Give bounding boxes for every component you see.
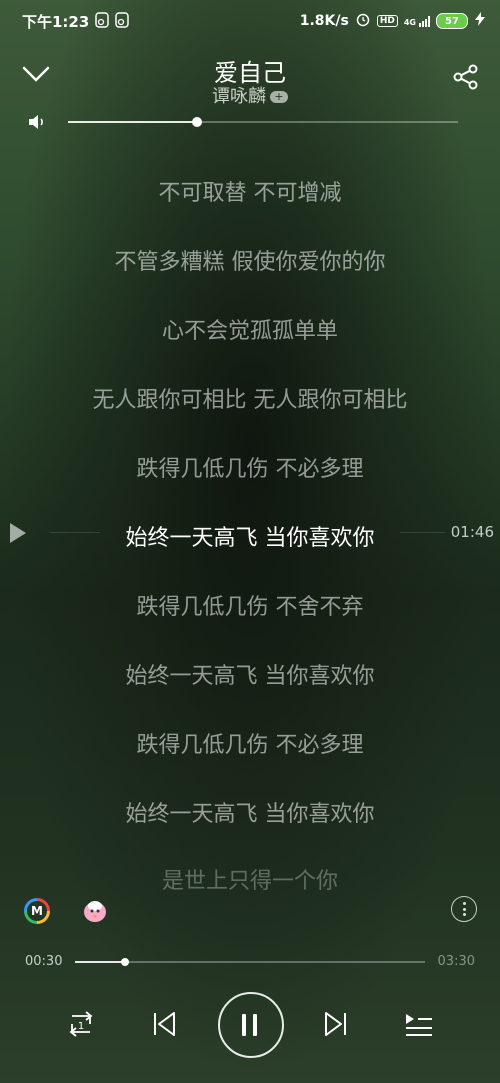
seek-guide-left — [50, 532, 100, 533]
volume-fill — [68, 121, 197, 123]
lyric-seek-indicator: 01:46 — [0, 519, 500, 547]
status-bar: 下午1:23 1.8K/s HD 4G 57 — [0, 0, 500, 40]
svg-text:1: 1 — [78, 1021, 84, 1032]
charging-icon — [474, 12, 486, 30]
repeat-one-icon[interactable]: 1 — [64, 1010, 98, 1044]
lyric-line: 始终一天高飞 当你喜欢你 — [125, 802, 375, 827]
net-speed: 1.8K/s — [299, 13, 349, 29]
lyric-line: 跌得几低几伤 不必多理 — [136, 733, 364, 758]
share-icon[interactable] — [452, 63, 480, 95]
hd-badge: HD — [376, 15, 398, 27]
progress-fill — [75, 961, 126, 963]
speaker-icon — [28, 114, 48, 134]
progress-handle[interactable] — [121, 958, 130, 966]
extras-row: M — [0, 896, 500, 928]
signal-icon: 4G — [404, 15, 430, 27]
lyric-line: 是世上只得一个你 — [161, 869, 338, 894]
notification-icon — [95, 11, 110, 32]
m-app-icon[interactable]: M — [24, 898, 50, 924]
total-time: 03:30 — [437, 954, 475, 969]
more-icon[interactable] — [451, 896, 477, 922]
lyric-line: 跌得几低几伤 不必多理 — [136, 457, 364, 482]
lyric-line: 不可取替 不可增减 — [158, 181, 342, 206]
status-time: 下午1:23 — [22, 13, 90, 31]
volume-handle[interactable] — [191, 117, 202, 127]
pause-button[interactable] — [218, 992, 284, 1058]
artist-name[interactable]: 谭咏麟 — [212, 86, 266, 107]
play-from-line-icon[interactable] — [10, 523, 26, 543]
artist-row[interactable]: 谭咏麟 + — [0, 82, 500, 108]
follow-artist-badge[interactable]: + — [270, 91, 288, 103]
lyric-line: 始终一天高飞 当你喜欢你 — [125, 664, 375, 689]
progress-slider[interactable] — [75, 958, 425, 966]
elapsed-time: 00:30 — [25, 954, 63, 969]
playback-controls: 1 — [0, 992, 500, 1062]
lyric-line: 心不会觉孤孤单单 — [161, 319, 338, 344]
lyric-seek-time: 01:46 — [450, 523, 494, 541]
volume-row — [0, 112, 500, 132]
previous-track-icon[interactable] — [152, 1010, 178, 1042]
battery-indicator: 57 — [436, 13, 468, 29]
playback-progress: 00:30 03:30 — [0, 952, 500, 974]
volume-slider[interactable] — [68, 117, 458, 127]
lyric-line: 跌得几低几伤 不舍不弃 — [136, 595, 364, 620]
alarm-icon — [355, 11, 371, 31]
bird-icon[interactable] — [80, 896, 110, 930]
playlist-icon[interactable] — [404, 1010, 434, 1042]
lyric-line: 无人跟你可相比 无人跟你可相比 — [92, 388, 408, 413]
next-track-icon[interactable] — [322, 1010, 348, 1042]
lyric-line: 不管多糟糕 假使你爱你的你 — [114, 250, 386, 275]
notification-icon-2 — [115, 11, 130, 32]
seek-guide-right — [400, 532, 445, 533]
